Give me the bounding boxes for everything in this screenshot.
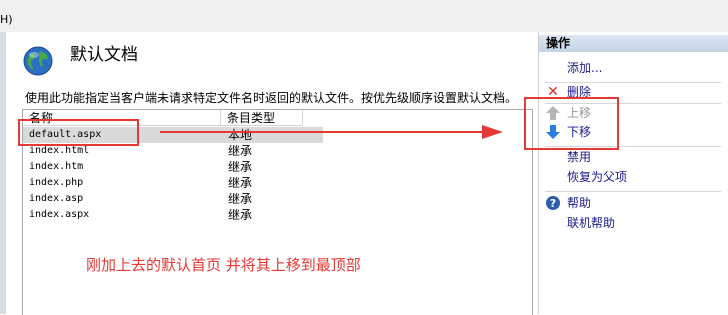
divider — [545, 191, 721, 192]
row-type: 继承 — [228, 144, 253, 158]
row-type: 继承 — [228, 176, 253, 190]
menu-help[interactable]: H) — [0, 13, 13, 27]
svg-text:?: ? — [550, 197, 556, 210]
globe-icon — [23, 46, 53, 76]
highlight-box-move-actions — [524, 97, 619, 150]
top-strip — [0, 0, 728, 32]
page-description: 使用此功能指定当客户端未请求特定文件名时返回的默认文件。按优先级顺序设置默认文档… — [25, 91, 518, 105]
actions-pane: 操作 添加... ✕ 删除 上移 下移 禁用 恢复为父项 ? 帮助 联机帮助 — [539, 32, 728, 314]
row-name: index.php — [29, 177, 84, 188]
help-icon: ? — [546, 196, 560, 210]
annotation-note: 刚加上去的默认首页 并将其上移到最顶部 — [86, 256, 361, 274]
row-name: index.htm — [29, 161, 84, 172]
add-action[interactable]: 添加... — [567, 60, 602, 77]
row-type: 继承 — [228, 192, 253, 206]
annotation-arrow — [160, 125, 503, 139]
left-border — [0, 32, 6, 314]
page-title: 默认文档 — [70, 45, 138, 65]
table-row[interactable]: index.htm 继承 — [23, 159, 323, 175]
row-type: 继承 — [228, 208, 253, 222]
actions-header: 操作 — [539, 35, 728, 52]
table-row[interactable]: index.aspx 继承 — [23, 207, 323, 223]
divider — [545, 82, 721, 83]
help-action[interactable]: 帮助 — [567, 195, 591, 212]
highlight-box-selected-row — [18, 119, 139, 146]
table-row[interactable]: index.php 继承 — [23, 175, 323, 191]
row-name: index.aspx — [29, 209, 90, 220]
disable-action[interactable]: 禁用 — [567, 149, 591, 166]
table-row[interactable]: index.asp 继承 — [23, 191, 323, 207]
row-name: index.asp — [29, 193, 84, 204]
row-type: 继承 — [228, 160, 253, 174]
revert-to-parent-action[interactable]: 恢复为父项 — [567, 169, 627, 186]
online-help-action[interactable]: 联机帮助 — [567, 215, 615, 232]
